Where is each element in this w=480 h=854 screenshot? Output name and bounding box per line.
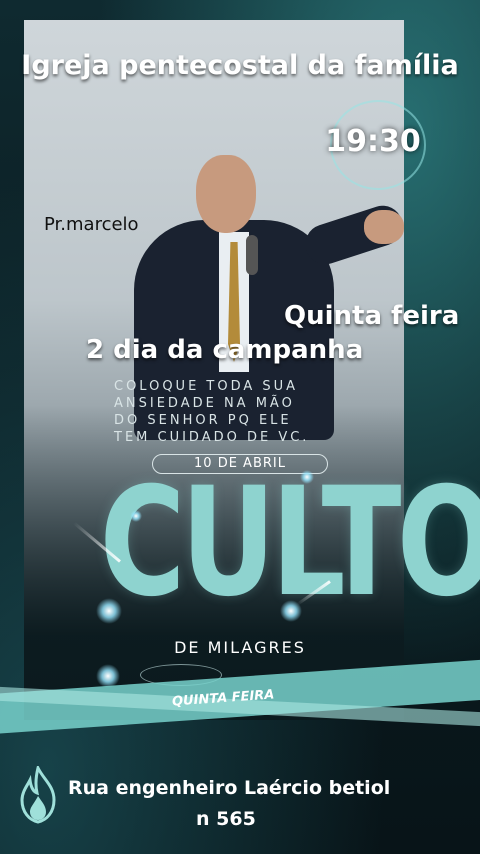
verse-line: TEM CUIDADO DE VC. [114,430,310,445]
event-title: CULTO [99,456,480,630]
campaign-day: 2 dia da campanha [86,335,364,365]
verse-line: ANSIEDADE NA MÃO [114,396,295,411]
verse-line: DO SENHOR PQ ELE [114,413,292,428]
sparkle [96,598,122,624]
pastor-name: Pr.marcelo [44,214,139,235]
flame-icon [20,766,56,824]
event-time: 19:30 [325,124,421,159]
event-subtitle: DE MILAGRES [174,638,306,657]
church-name: Igreja pentecostal da família [21,50,459,81]
address-street: Rua engenheiro Laércio betiol [68,777,391,799]
microphone [246,235,258,275]
verse-line: COLOQUE TODA SUA [114,379,299,394]
person-hand [364,210,404,244]
sparkle [130,510,142,522]
weekday: Quinta feira [284,301,460,331]
address-number: n 565 [196,808,256,830]
sparkle [300,470,314,484]
verse-text: COLOQUE TODA SUA ANSIEDADE NA MÃO DO SEN… [114,378,354,446]
person-head [196,155,256,233]
